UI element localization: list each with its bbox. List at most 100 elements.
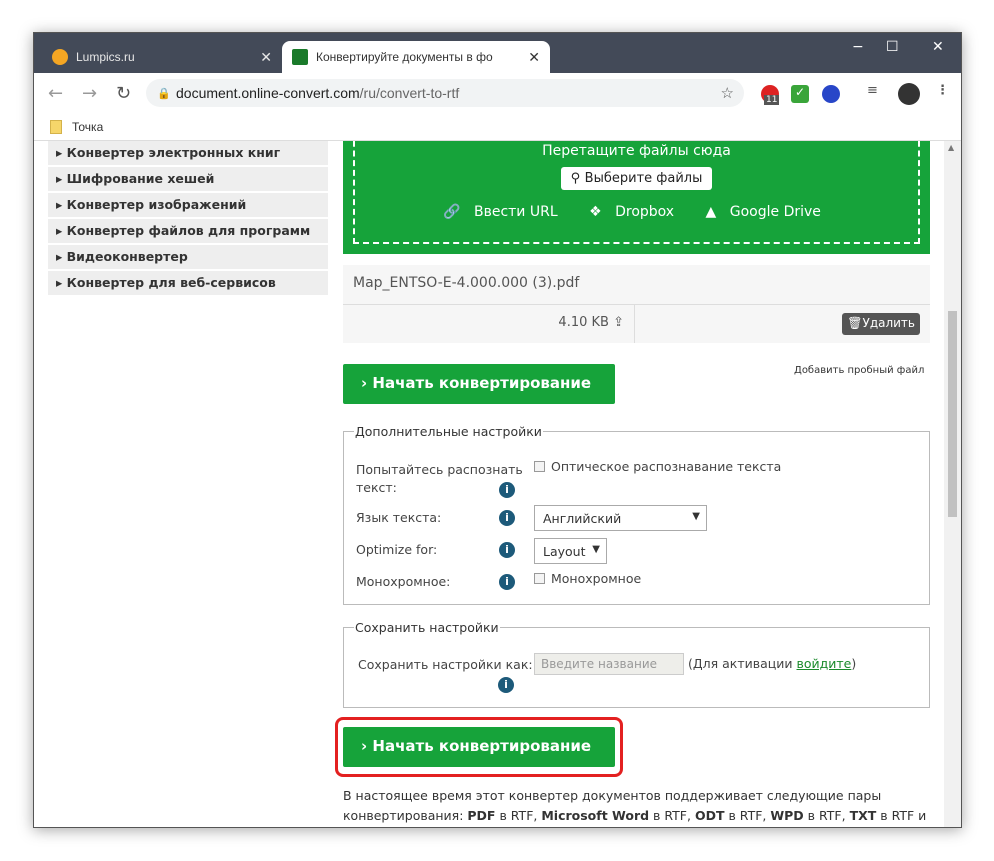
format-name: WPD <box>770 808 803 823</box>
page-content: Конвертер электронных книг Шифрование хе… <box>34 141 946 828</box>
pair-sep: в RTF и <box>876 808 926 823</box>
dropdown-arrow-icon: ▼ <box>592 544 600 555</box>
google-drive-link[interactable]: ▲ Google Drive <box>706 204 830 220</box>
tab-online-convert[interactable]: Конвертируйте документы в фо✕ <box>282 41 550 73</box>
dropbox-link[interactable]: ❖ Dropbox <box>589 204 683 220</box>
dropdown-arrow-icon: ▼ <box>692 511 700 522</box>
check-extension-icon[interactable]: ✓ <box>791 85 809 103</box>
scroll-up-icon[interactable]: ▲ <box>948 143 954 152</box>
pair-sep: в RTF, <box>724 808 770 823</box>
monochrome-label: Монохромное: <box>356 574 450 589</box>
sidebar-item[interactable]: Конвертер изображений <box>48 193 328 218</box>
menu-icon[interactable]: ⋮ <box>936 83 949 98</box>
info-icon[interactable]: i <box>499 510 515 526</box>
login-link[interactable]: войдите <box>797 656 852 671</box>
reload-icon[interactable]: ↻ <box>116 83 136 104</box>
add-sample-file-link[interactable]: Добавить пробный файл <box>794 365 924 376</box>
google-drive-label: Google Drive <box>730 204 821 220</box>
trash-icon: 🗑 <box>847 316 862 330</box>
sidebar-item[interactable]: Конвертер файлов для программ <box>48 219 328 244</box>
address-bar[interactable]: 🔒 document.online-convert.com/ru/convert… <box>146 79 744 107</box>
bookmarks-bar: Точка <box>34 113 961 141</box>
start-conversion-button-bottom[interactable]: › Начать конвертирование <box>343 727 615 767</box>
optimize-value: Layout <box>543 544 586 559</box>
url-path: /ru/convert-to-rtf <box>360 85 460 101</box>
online-convert-favicon-icon <box>292 49 308 65</box>
scrollbar[interactable]: ▲ <box>944 141 961 828</box>
checkbox[interactable] <box>534 461 545 472</box>
choose-files-button[interactable]: ⚲ Выберите файлы <box>561 167 713 190</box>
folder-icon <box>50 120 62 134</box>
info-icon[interactable]: i <box>499 482 515 498</box>
close-window-button[interactable]: ✕ <box>932 39 944 55</box>
start-conversion-button[interactable]: › Начать конвертирование <box>343 364 615 404</box>
close-tab-icon[interactable]: ✕ <box>260 49 272 66</box>
new-tab-button[interactable]: + <box>534 45 551 69</box>
language-select[interactable]: Английский ▼ <box>534 505 707 531</box>
profile-avatar[interactable] <box>898 83 920 105</box>
start-label: Начать конвертирование <box>372 737 591 755</box>
file-entry: Map_ENTSO-E-4.000.000 (3).pdf 4.10 KB ⇪ … <box>343 265 930 343</box>
ocr-checkbox[interactable]: Оптическое распознавание текста <box>534 459 781 474</box>
enter-url-label: Ввести URL <box>474 204 558 220</box>
format-name: Microsoft Word <box>541 808 649 823</box>
monochrome-option-label: Монохромное <box>551 571 641 586</box>
enter-url-link[interactable]: 🔗 Ввести URL <box>443 204 567 220</box>
globe-extension-icon[interactable] <box>822 85 840 103</box>
tab-title: Lumpics.ru <box>76 50 135 64</box>
optimize-select[interactable]: Layout ▼ <box>534 538 607 564</box>
delete-button[interactable]: 🗑Удалить <box>842 313 920 335</box>
maximize-button[interactable]: ☐ <box>886 39 899 55</box>
description: В настоящее время этот конвертер докумен… <box>343 786 938 826</box>
sidebar-item[interactable]: Шифрование хешей <box>48 167 328 192</box>
ocr-option-label: Оптическое распознавание текста <box>551 459 781 474</box>
language-label: Язык текста: <box>356 510 441 525</box>
scrollbar-thumb[interactable] <box>948 311 957 517</box>
tab-title: Конвертируйте документы в фо <box>316 50 526 64</box>
drop-text: Перетащите файлы сюда <box>355 143 918 159</box>
chevron-right-icon: › <box>361 737 372 755</box>
lock-icon: 🔒 <box>157 87 171 100</box>
checkbox[interactable] <box>534 573 545 584</box>
minimize-button[interactable]: − <box>852 39 864 55</box>
bookmark-tochka[interactable]: Точка <box>72 120 103 134</box>
activation-note-end: ) <box>851 656 856 671</box>
media-control-icon[interactable]: ≡ <box>867 83 878 98</box>
upload-icon: ⇪ <box>613 315 624 330</box>
drop-zone[interactable]: Перетащите файлы сюда ⚲ Выберите файлы 🔗… <box>343 141 930 254</box>
info-icon[interactable]: i <box>499 542 515 558</box>
advanced-settings-legend: Дополнительные настройки <box>354 424 543 439</box>
info-icon[interactable]: i <box>499 574 515 590</box>
activation-note: (Для активации <box>688 656 797 671</box>
sidebar-item[interactable]: Видеоконвертер <box>48 245 328 270</box>
search-icon: ⚲ <box>571 171 585 186</box>
monochrome-checkbox[interactable]: Монохромное <box>534 571 641 586</box>
settings-name-input[interactable]: Введите название <box>534 653 684 675</box>
description-line: В настоящее время этот конвертер докумен… <box>343 786 938 806</box>
back-icon[interactable]: ← <box>48 83 68 104</box>
forward-icon[interactable]: → <box>82 83 102 104</box>
chevron-right-icon: › <box>361 374 372 392</box>
format-name: TXT <box>850 808 877 823</box>
extension-badge: 11 <box>764 95 779 105</box>
sidebar-item[interactable]: Конвертер для веб-сервисов <box>48 271 328 296</box>
dropbox-label: Dropbox <box>615 204 674 220</box>
info-icon[interactable]: i <box>498 677 514 693</box>
save-as-label: Сохранить настройки как: <box>358 657 533 672</box>
delete-label: Удалить <box>863 316 916 330</box>
start-label: Начать конвертирование <box>372 374 591 392</box>
sidebar-item[interactable]: Конвертер электронных книг <box>48 141 328 166</box>
star-icon[interactable]: ☆ <box>721 84 734 102</box>
toolbar: ← → ↻ 🔒 document.online-convert.com/ru/c… <box>34 73 961 113</box>
language-value: Английский <box>543 511 621 526</box>
pair-sep: в RTF, <box>495 808 541 823</box>
tab-bar: Lumpics.ru ✕ Конвертируйте документы в фо… <box>34 33 961 73</box>
optimize-label: Optimize for: <box>356 542 437 557</box>
choose-files-label: Выберите файлы <box>585 171 703 186</box>
browser-window: Lumpics.ru ✕ Конвертируйте документы в фо… <box>33 32 962 828</box>
description-prefix: конвертирования: <box>343 808 467 823</box>
file-size: 4.10 KB <box>558 315 609 330</box>
orange-favicon-icon <box>52 49 68 65</box>
tab-lumpics[interactable]: Lumpics.ru ✕ <box>42 41 282 73</box>
format-name: ODT <box>695 808 725 823</box>
